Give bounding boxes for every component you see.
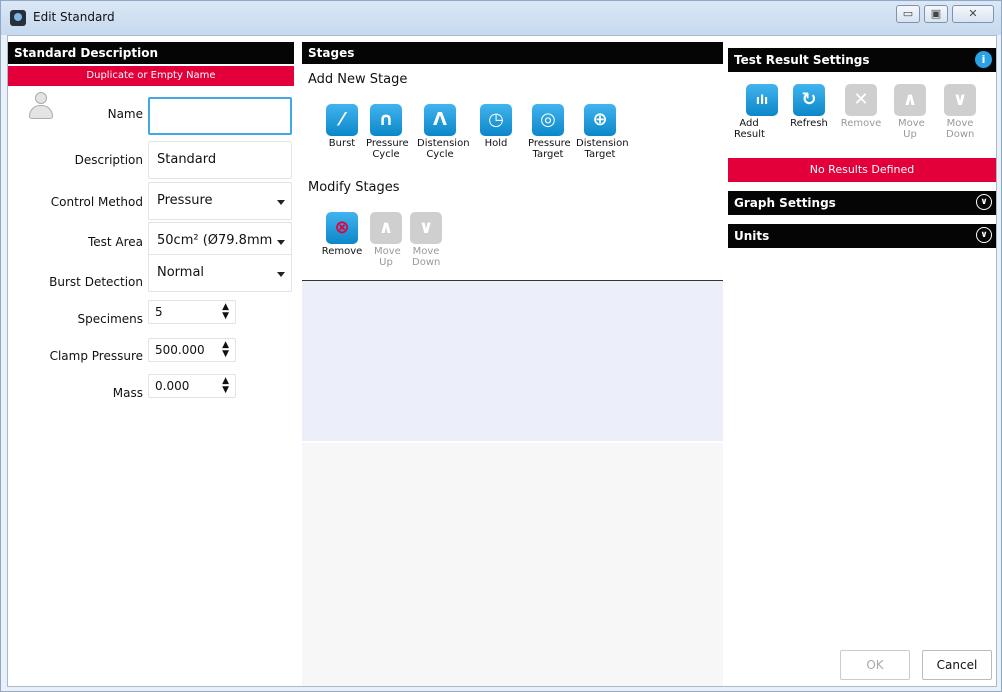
pressure-cycle-icon: ∩ [370,104,402,136]
refresh-button[interactable]: ↻ Refresh [781,84,837,140]
window-title: Edit Standard [33,10,115,24]
maximize-button[interactable]: ▣ [924,5,948,23]
burst-detection-value: Normal [157,265,205,280]
stages-header: Stages [302,42,723,64]
chevron-down-icon: ∨ [944,84,976,116]
remove-result-button[interactable]: ✕ Remove [833,84,889,140]
burst-detection-select[interactable]: Normal [148,254,292,292]
stage-list-area[interactable] [302,281,723,441]
remove-stage-icon: ⊗ [326,212,358,244]
add-pressure-target-button[interactable]: ◎ Pressure Target [520,104,576,160]
refresh-icon: ↻ [793,84,825,116]
burst-detection-label: Burst Detection [49,275,143,289]
control-method-select[interactable]: Pressure [148,182,292,220]
add-distension-cycle-button[interactable]: Λ Distension Cycle [412,104,470,160]
specimens-stepper[interactable]: 5 ▲ ▼ [148,300,236,324]
clamp-pressure-label: Clamp Pressure [49,349,143,363]
chevron-down-icon [277,240,285,245]
mass-stepper[interactable]: 0.000 ▲ ▼ [148,374,236,398]
chevron-down-icon: ∨ [410,212,442,244]
stepper-arrows-icon[interactable]: ▲ ▼ [222,377,229,395]
clamp-pressure-stepper[interactable]: 500.000 ▲ ▼ [148,338,236,362]
modify-stages-title: Modify Stages [308,180,400,195]
distension-cycle-icon: Λ [424,104,456,136]
minimize-button[interactable]: ▭ [896,5,920,23]
close-button[interactable]: ✕ [952,5,994,23]
stepper-arrows-icon[interactable]: ▲ ▼ [222,341,229,359]
dialog-content: Standard Description Duplicate or Empty … [7,35,997,687]
title-bar: Edit Standard ▭ ▣ ✕ [1,1,1001,35]
add-new-stage-title: Add New Stage [308,72,408,87]
name-error-banner: Duplicate or Empty Name [8,66,294,86]
pressure-target-icon: ◎ [532,104,564,136]
stage-detail-area [302,443,723,686]
chevron-down-icon [277,272,285,277]
hold-clock-icon: ◷ [480,104,512,136]
description-label: Description [74,153,143,167]
chevron-down-icon [277,200,285,205]
close-icon: ✕ [845,84,877,116]
name-label: Name [107,107,143,121]
user-avatar-icon [28,92,54,120]
clamp-pressure-value: 500.000 [155,343,205,357]
no-results-banner: No Results Defined [728,158,996,182]
app-icon [10,10,26,26]
distension-target-icon: ⊕ [584,104,616,136]
add-pressure-cycle-button[interactable]: ∩ Pressure Cycle [358,104,414,160]
move-result-up-button[interactable]: ∧ Move Up [882,84,938,140]
add-result-icon: ılı [746,84,778,116]
add-distension-target-button[interactable]: ⊕ Distension Target [572,104,629,160]
standard-description-header: Standard Description [8,42,294,64]
move-result-down-button[interactable]: ∨ Move Down [932,84,988,140]
name-input[interactable] [148,97,292,135]
ok-button[interactable]: OK [840,650,910,680]
move-stage-down-button[interactable]: ∨ Move Down [398,212,454,268]
chevron-up-icon: ∧ [894,84,926,116]
expand-chevron-icon[interactable]: ∨ [976,194,992,210]
test-result-settings-header: Test Result Settings i [728,48,996,72]
control-method-label: Control Method [50,195,143,209]
test-area-value: 50cm² (Ø79.8mm [157,233,273,248]
add-hold-stage-button[interactable]: ◷ Hold [468,104,524,160]
specimens-value: 5 [155,305,163,319]
units-header[interactable]: Units ∨ [728,224,996,248]
specimens-label: Specimens [77,312,143,326]
edit-standard-window: Edit Standard ▭ ▣ ✕ Standard Description… [0,0,1002,692]
graph-settings-header[interactable]: Graph Settings ∨ [728,191,996,215]
stepper-arrows-icon[interactable]: ▲ ▼ [222,303,229,321]
expand-chevron-icon[interactable]: ∨ [976,227,992,243]
mass-label: Mass [112,386,143,400]
mass-value: 0.000 [155,379,190,393]
info-icon[interactable]: i [975,51,992,68]
burst-icon: ⁄ [326,104,358,136]
cancel-button[interactable]: Cancel [922,650,992,680]
control-method-value: Pressure [157,193,213,208]
test-area-label: Test Area [87,235,143,249]
description-input[interactable]: Standard description [148,141,292,203]
